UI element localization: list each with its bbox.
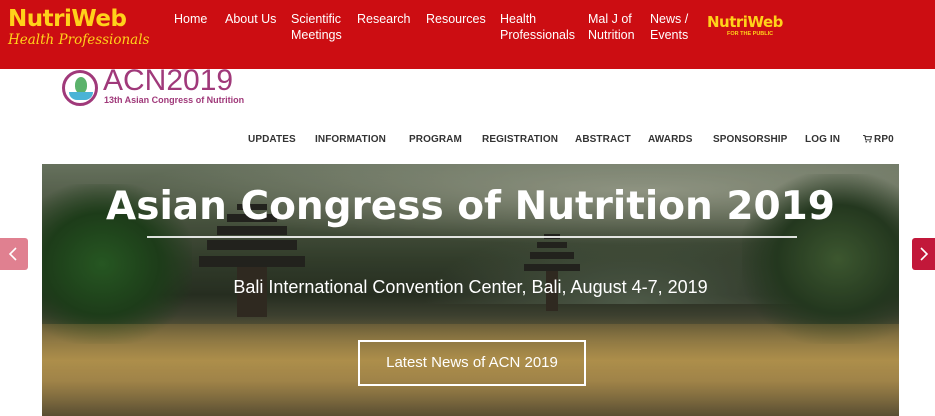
hero-subtitle: Bali International Convention Center, Ba… — [233, 277, 708, 297]
nav-mal-j-of-nutrition[interactable]: Mal J of Nutrition — [588, 11, 638, 43]
acn-emblem-icon — [62, 70, 98, 106]
nav-scientific-meetings[interactable]: Scientific Meetings — [291, 11, 351, 43]
nav-news-events[interactable]: News / Events — [650, 11, 696, 43]
nav-resources[interactable]: Resources — [426, 11, 486, 27]
acn2019-logo[interactable]: ACN2019 13th Asian Congress of Nutrition — [62, 64, 262, 110]
chevron-right-icon — [920, 247, 929, 261]
subnav-program[interactable]: PROGRAM — [409, 134, 462, 145]
nutriweb-health-professionals-logo[interactable]: NutriWeb Health Professionals — [8, 6, 150, 56]
subnav-awards[interactable]: AWARDS — [648, 134, 693, 145]
nav-research[interactable]: Research — [357, 11, 411, 27]
cart-total: RP0 — [874, 134, 894, 145]
leaf-icon — [75, 77, 87, 93]
latest-news-button[interactable]: Latest News of ACN 2019 — [358, 340, 586, 386]
chevron-left-icon — [8, 247, 17, 261]
public-logo-main-text: NutriWeb — [707, 13, 783, 31]
hero-divider — [147, 236, 797, 238]
nav-health-professionals[interactable]: Health Professionals — [500, 11, 576, 43]
nutriweb-public-logo[interactable]: NutriWeb FOR THE PUBLIC — [707, 13, 787, 43]
nav-about-us[interactable]: About Us — [225, 11, 276, 27]
hero-banner: Asian Congress of Nutrition 2019 Bali In… — [42, 164, 899, 416]
logo-sub-text: Health Professionals — [8, 32, 150, 48]
carousel-next-button[interactable] — [912, 238, 935, 270]
nav-home[interactable]: Home — [174, 11, 207, 27]
subnav-log-in[interactable]: LOG IN — [805, 134, 840, 145]
subnav-information[interactable]: INFORMATION — [315, 134, 386, 145]
subnav-registration[interactable]: REGISTRATION — [482, 134, 558, 145]
subnav-cart[interactable]: RP0 — [863, 134, 894, 145]
acn-subtitle: 13th Asian Congress of Nutrition — [104, 95, 245, 105]
subnav-sponsorship[interactable]: SPONSORSHIP — [713, 134, 787, 145]
wave-icon — [69, 92, 93, 100]
public-logo-sub-text: FOR THE PUBLIC — [727, 31, 774, 37]
acn-title: ACN2019 — [103, 64, 234, 97]
carousel-prev-button[interactable] — [0, 238, 28, 270]
top-nav-bar: NutriWeb Health Professionals Home About… — [0, 0, 935, 69]
logo-main-text: NutriWeb — [8, 6, 127, 32]
subnav-abstract[interactable]: ABSTRACT — [575, 134, 631, 145]
hero-title: Asian Congress of Nutrition 2019 — [106, 184, 835, 229]
subnav-updates[interactable]: UPDATES — [248, 134, 296, 145]
cart-icon — [863, 135, 872, 143]
